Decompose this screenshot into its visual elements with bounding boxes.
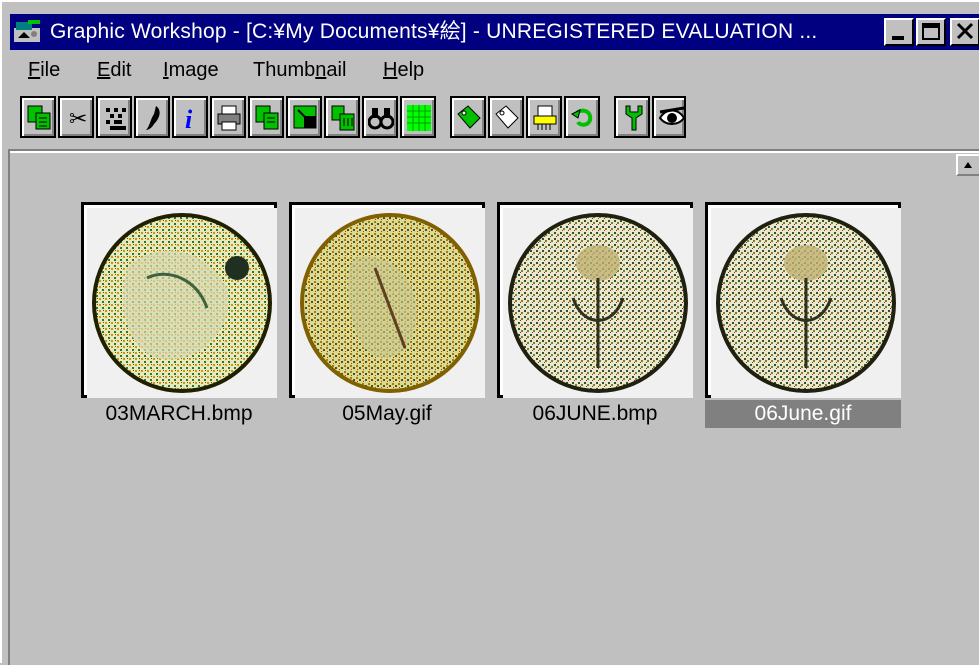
menu-file[interactable]: File: [28, 59, 60, 82]
grid-button[interactable]: [400, 96, 436, 138]
shred-button[interactable]: [526, 96, 562, 138]
menu-help[interactable]: Help: [383, 59, 424, 82]
brush-icon: [146, 106, 160, 130]
cut-button[interactable]: ✂: [58, 96, 94, 138]
copy-button[interactable]: [20, 96, 56, 138]
thumbnail-label: 03MARCH.bmp: [105, 402, 253, 425]
untag-button[interactable]: [488, 96, 524, 138]
thumbnail-image[interactable]: [81, 202, 277, 398]
untag-icon: [495, 105, 519, 129]
eye-icon: [658, 106, 684, 125]
grid-icon: [407, 105, 431, 131]
duplicate-button[interactable]: [248, 96, 284, 138]
svg-text:✂: ✂: [69, 107, 87, 132]
dither-button[interactable]: [96, 96, 132, 138]
wrench-icon: [625, 105, 643, 131]
printer-icon: [217, 105, 241, 131]
scroll-up-button[interactable]: [956, 154, 979, 176]
app-window: Graphic Workshop - [C:¥My Documents¥絵] -…: [0, 0, 979, 665]
svg-text:i: i: [185, 105, 193, 132]
minimize-button[interactable]: [884, 18, 914, 46]
tag-button[interactable]: [450, 96, 486, 138]
thumbnail-image[interactable]: [497, 202, 693, 398]
copy-icon: [27, 105, 51, 130]
app-icon[interactable]: [14, 20, 42, 44]
info-button[interactable]: i: [172, 96, 208, 138]
find-button[interactable]: [362, 96, 398, 138]
thumbnail-label: 05May.gif: [342, 402, 432, 425]
maximize-icon: [922, 23, 940, 40]
menu-thumbnail[interactable]: Thumbnail: [253, 59, 346, 82]
thumbnail-label-selected: 06June.gif: [705, 400, 901, 428]
arrow-up-icon: [964, 162, 972, 168]
print-button[interactable]: [210, 96, 246, 138]
undo-button[interactable]: [564, 96, 600, 138]
window-title: Graphic Workshop - [C:¥My Documents¥絵] -…: [50, 20, 818, 43]
dither-icon: [106, 108, 126, 130]
convert-icon: [293, 105, 317, 129]
duplicate-icon: [255, 105, 279, 130]
shredder-icon: [533, 105, 557, 130]
close-button[interactable]: [950, 18, 979, 46]
batch-icon: [331, 105, 355, 131]
tag-icon: [457, 105, 481, 129]
brush-button[interactable]: [134, 96, 170, 138]
convert-button[interactable]: [286, 96, 322, 138]
close-icon: [956, 22, 974, 40]
binoculars-icon: [368, 108, 394, 130]
view-button[interactable]: [652, 96, 686, 138]
info-icon: i: [185, 105, 193, 132]
thumbnail-image[interactable]: [289, 202, 485, 398]
client-border: [8, 149, 10, 665]
menu-edit[interactable]: Edit: [97, 59, 131, 82]
menu-bar: File Edit Image Thumbnail Help: [10, 54, 979, 88]
batch-button[interactable]: [324, 96, 360, 138]
thumbnail-image[interactable]: [705, 202, 901, 398]
toolbar: ✂ i: [10, 90, 979, 146]
maximize-button[interactable]: [916, 18, 946, 46]
tools-button[interactable]: [614, 96, 650, 138]
minimize-icon: [892, 36, 904, 40]
toolbar-separator: [10, 149, 979, 153]
title-bar[interactable]: Graphic Workshop - [C:¥My Documents¥絵] -…: [10, 14, 979, 50]
menu-image[interactable]: Image: [163, 59, 219, 82]
thumbnail-label: 06JUNE.bmp: [532, 402, 658, 425]
scissors-icon: ✂: [69, 107, 87, 132]
undo-icon: [571, 108, 593, 127]
